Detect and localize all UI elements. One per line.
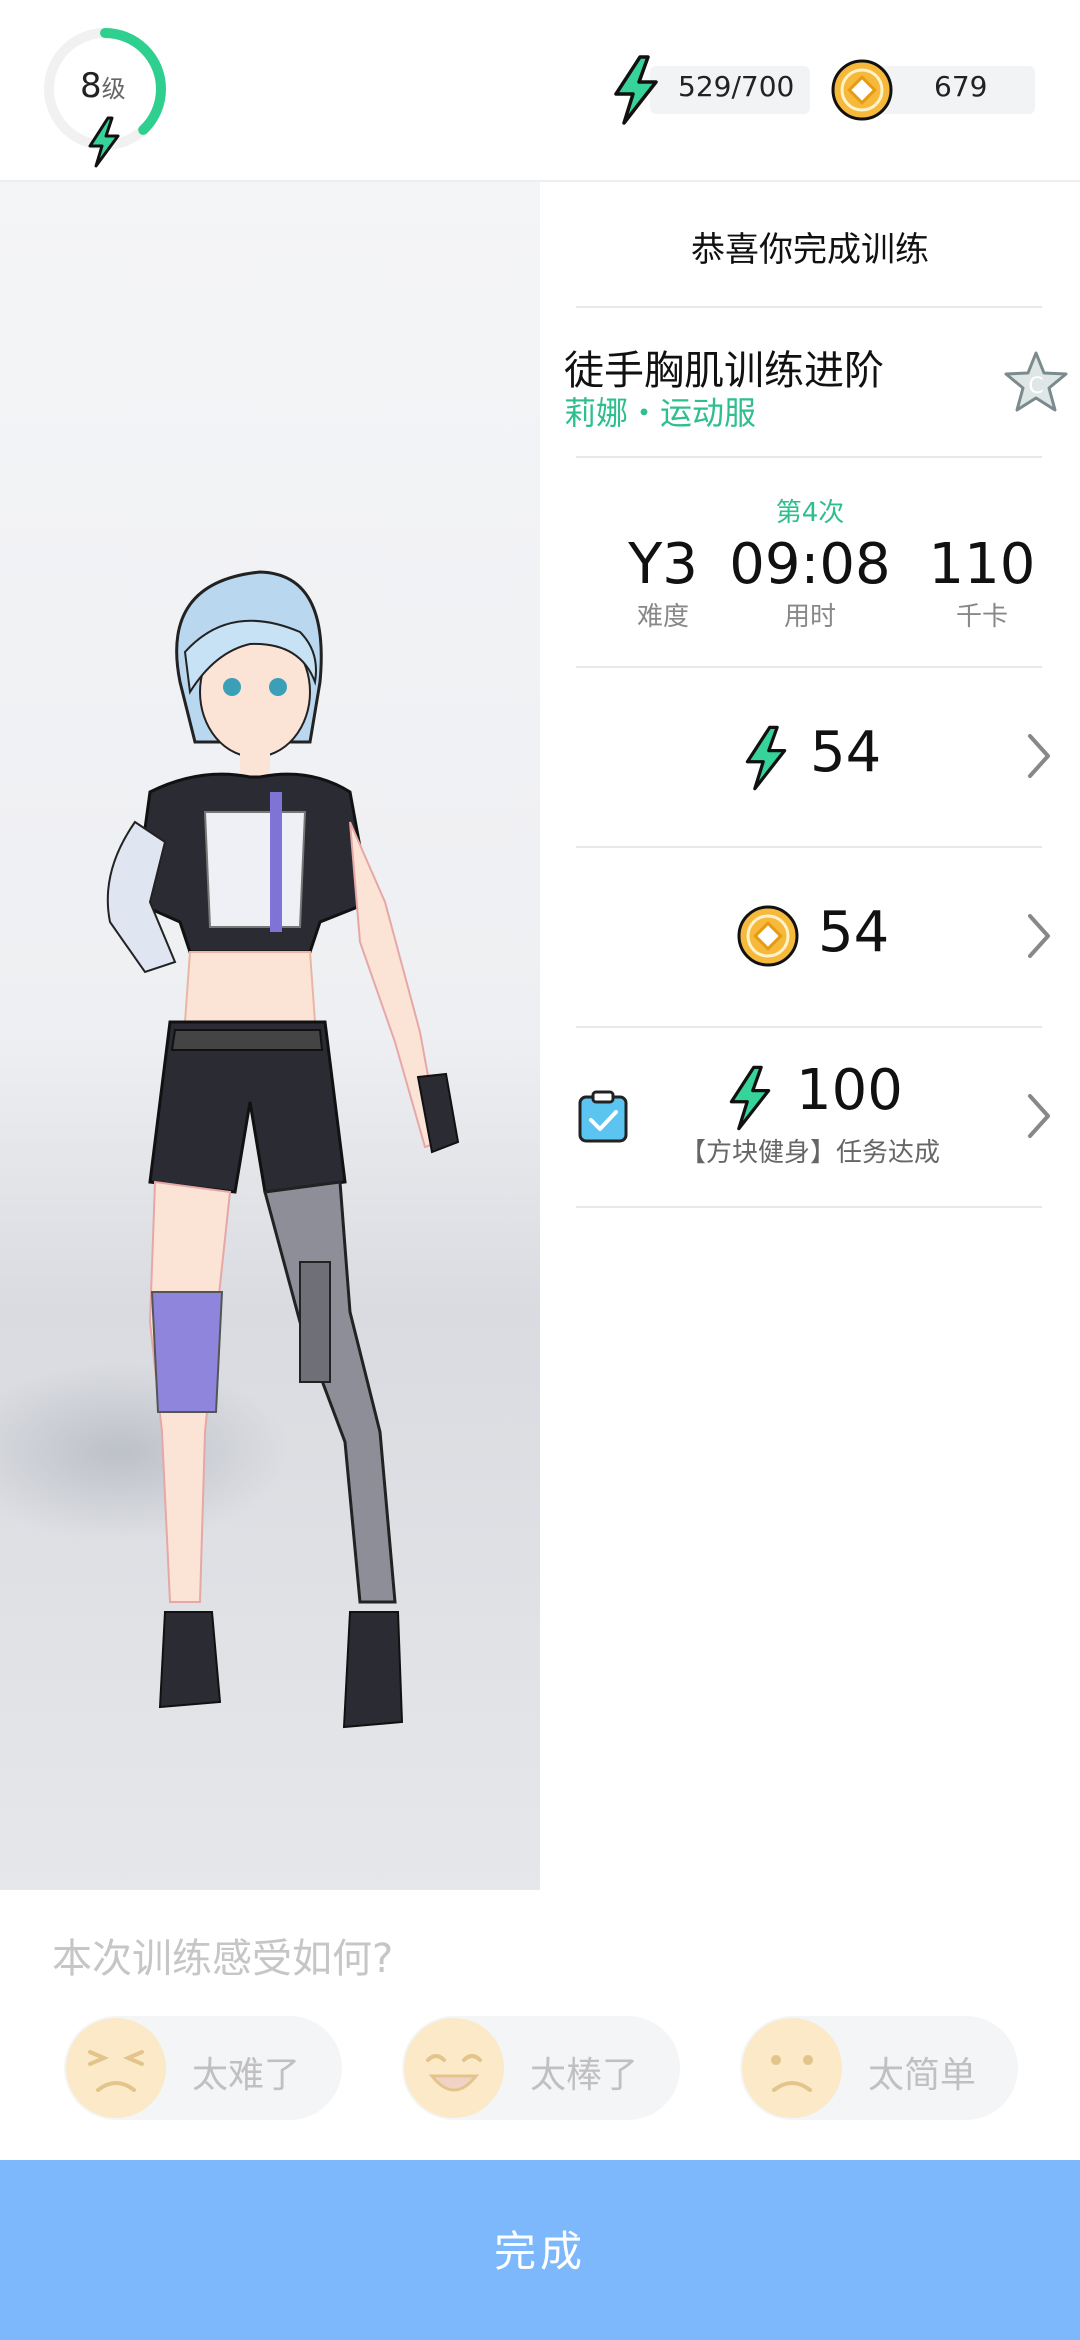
- energy-bolt-icon: [88, 116, 120, 168]
- frown-face-icon: [742, 2018, 842, 2118]
- stat-difficulty: Y3 难度: [578, 534, 748, 633]
- character-view: [0, 182, 540, 1890]
- energy-bolt-icon: [614, 55, 658, 125]
- reward-energy-row[interactable]: 54: [540, 668, 1080, 844]
- reward-value: 54: [810, 720, 882, 785]
- feedback-great-button[interactable]: 太棒了: [402, 2016, 680, 2120]
- stat-label: 难度: [636, 602, 689, 632]
- course-subtitle: 莉娜・运动服: [564, 394, 757, 432]
- level-number: 8: [80, 66, 102, 106]
- stat-calories: 110 千卡: [897, 534, 1067, 633]
- character-illustration: [0, 570, 460, 1729]
- sad-squint-face-icon: [66, 2018, 166, 2118]
- feedback-too-easy-button[interactable]: 太简单: [740, 2016, 1018, 2120]
- level-unit: 级: [101, 75, 126, 103]
- task-caption: 【方块健身】任务达成: [679, 1138, 940, 1168]
- energy-value: 529/700: [678, 70, 795, 103]
- reward-task-row[interactable]: 100 【方块健身】任务达成: [540, 1028, 1080, 1204]
- feedback-question: 本次训练感受如何?: [52, 1936, 394, 1982]
- grade-letter: C: [1028, 374, 1043, 399]
- grade-star-icon[interactable]: C: [1002, 350, 1070, 416]
- feedback-label: 太棒了: [530, 2055, 639, 2096]
- chevron-right-icon: [1028, 734, 1050, 778]
- energy-bolt-icon: [745, 725, 787, 791]
- done-button[interactable]: 完成: [0, 2160, 1080, 2340]
- stat-label: 千卡: [955, 602, 1008, 632]
- reward-value: 100: [796, 1058, 903, 1123]
- coin-value: 679: [934, 70, 988, 103]
- happy-face-icon: [404, 2018, 504, 2118]
- stat-value: 110: [928, 532, 1036, 597]
- top-bar: 8级 529/700 679: [0, 0, 1080, 180]
- level-label: 8级: [80, 66, 126, 106]
- divider: [576, 456, 1042, 458]
- coin-icon: [831, 59, 893, 121]
- chevron-right-icon: [1028, 914, 1050, 958]
- stat-duration: 09:08 用时: [725, 534, 895, 633]
- feedback-label: 太简单: [868, 2055, 977, 2096]
- coin-icon: [737, 905, 799, 967]
- feedback-too-hard-button[interactable]: 太难了: [64, 2016, 342, 2120]
- done-button-label: 完成: [493, 2227, 586, 2276]
- divider: [576, 306, 1042, 308]
- stat-value: Y3: [628, 532, 698, 597]
- feedback-label: 太难了: [192, 2055, 301, 2096]
- congrats-title: 恭喜你完成训练: [691, 230, 929, 270]
- results-panel: 恭喜你完成训练 徒手胸肌训练进阶 莉娜・运动服 C 第4次 Y3 难度 09:0…: [540, 182, 1080, 1890]
- divider: [576, 1206, 1042, 1208]
- chevron-right-icon: [1028, 1094, 1050, 1138]
- stat-label: 用时: [783, 602, 836, 632]
- reward-coin-row[interactable]: 54: [540, 848, 1080, 1024]
- energy-bolt-icon: [729, 1065, 771, 1131]
- stat-value: 09:08: [729, 532, 891, 597]
- session-count: 第4次: [775, 498, 845, 528]
- reward-value: 54: [818, 900, 890, 965]
